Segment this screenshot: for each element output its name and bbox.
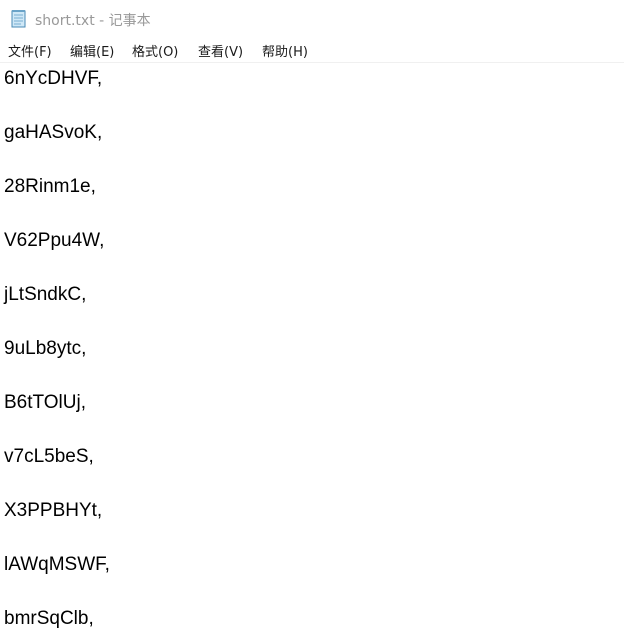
title-bar[interactable]: short.txt - 记事本 bbox=[0, 0, 624, 38]
text-line: 6nYcDHVF, bbox=[4, 68, 103, 89]
text-line: 9uLb8ytc, bbox=[4, 338, 87, 359]
window-title: short.txt - 记事本 bbox=[35, 13, 151, 29]
menu-file[interactable]: 文件(F) bbox=[8, 41, 52, 60]
text-line: V62Ppu4W, bbox=[4, 230, 105, 251]
text-line: gaHASvoK, bbox=[4, 122, 103, 143]
text-line: X3PPBHYt, bbox=[4, 500, 103, 521]
menu-help[interactable]: 帮助(H) bbox=[262, 41, 308, 60]
menu-bar: 文件(F) 编辑(E) 格式(O) 查看(V) 帮助(H) bbox=[0, 38, 624, 63]
menu-edit[interactable]: 编辑(E) bbox=[70, 41, 114, 60]
text-editor[interactable]: 6nYcDHVF, gaHASvoK, 28Rinm1e, V62Ppu4W, … bbox=[0, 63, 624, 632]
text-line: B6tTOlUj, bbox=[4, 392, 87, 413]
menu-view[interactable]: 查看(V) bbox=[198, 41, 243, 60]
notepad-window: short.txt - 记事本 文件(F) 编辑(E) 格式(O) 查看(V) … bbox=[0, 0, 624, 632]
text-line: jLtSndkC, bbox=[4, 284, 87, 305]
text-line: v7cL5beS, bbox=[4, 446, 94, 467]
menu-format[interactable]: 格式(O) bbox=[132, 41, 178, 60]
text-line: lAWqMSWF, bbox=[4, 554, 110, 575]
notepad-icon bbox=[11, 10, 26, 28]
text-line: 28Rinm1e, bbox=[4, 176, 96, 197]
text-line: bmrSqClb, bbox=[4, 608, 94, 629]
